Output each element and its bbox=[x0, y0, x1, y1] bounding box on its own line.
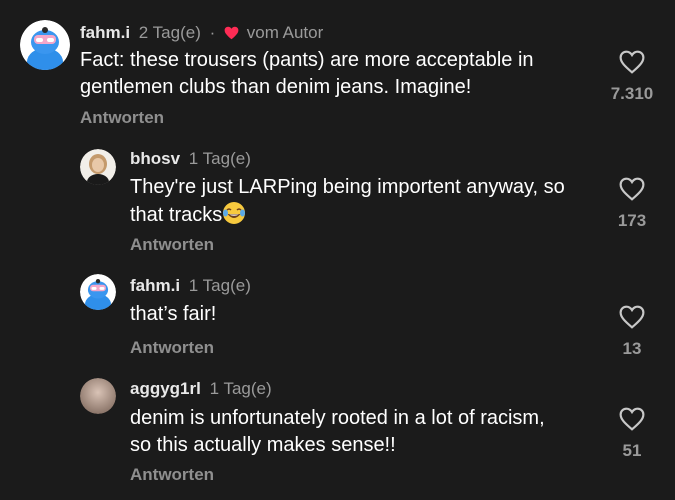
timestamp: 1 Tag(e) bbox=[188, 149, 251, 168]
reply-button[interactable]: Antworten bbox=[130, 235, 214, 255]
cartoon-avatar-icon bbox=[20, 20, 70, 70]
heart-outline-icon bbox=[619, 407, 645, 431]
like-count: 51 bbox=[622, 441, 642, 460]
like-button[interactable]: 51 bbox=[597, 407, 667, 461]
reply-item: bhosv 1 Tag(e) They're just LARPing bein… bbox=[0, 140, 675, 265]
like-count: 13 bbox=[622, 339, 642, 358]
photo-avatar-icon bbox=[80, 378, 116, 414]
like-button[interactable]: 7.310 bbox=[597, 50, 667, 104]
comment-item: fahm.i 2 Tag(e) · vom Autor Fact: these … bbox=[0, 0, 675, 140]
heart-outline-icon bbox=[619, 50, 645, 74]
comment-text: Fact: these trousers (pants) are more ac… bbox=[80, 49, 534, 98]
like-count: 173 bbox=[617, 211, 647, 230]
separator: · bbox=[209, 23, 216, 42]
comment-text: that’s fair! bbox=[130, 303, 217, 325]
comment-text: denim is unfortunately rooted in a lot o… bbox=[130, 407, 545, 456]
like-button[interactable]: 173 bbox=[597, 177, 667, 231]
timestamp: 1 Tag(e) bbox=[209, 379, 272, 398]
comment-text: They're just LARPing being importent any… bbox=[130, 174, 570, 229]
photo-avatar-icon bbox=[80, 149, 116, 185]
timestamp: 1 Tag(e) bbox=[188, 276, 251, 295]
comment-meta: fahm.i 1 Tag(e) bbox=[130, 275, 251, 297]
reply-button[interactable]: Antworten bbox=[130, 338, 214, 358]
like-count: 7.310 bbox=[610, 84, 654, 103]
reply-item: aggyg1rl 1 Tag(e) denim is unfortunately… bbox=[0, 375, 675, 500]
comment-text-content: They're just LARPing being importent any… bbox=[130, 176, 565, 226]
reply-button[interactable]: Antworten bbox=[80, 108, 164, 128]
cartoon-avatar-icon bbox=[80, 274, 116, 310]
username[interactable]: bhosv bbox=[130, 149, 180, 168]
username[interactable]: fahm.i bbox=[130, 276, 180, 295]
author-heart-icon bbox=[224, 24, 239, 46]
reply-item: fahm.i 1 Tag(e) that’s fair! Antworten 1… bbox=[0, 265, 675, 375]
comment-meta: fahm.i 2 Tag(e) · vom Autor bbox=[80, 22, 323, 46]
author-badge: vom Autor bbox=[246, 23, 324, 42]
heart-outline-icon bbox=[619, 305, 645, 329]
reply-button[interactable]: Antworten bbox=[130, 465, 214, 485]
avatar[interactable] bbox=[80, 149, 116, 185]
username[interactable]: aggyg1rl bbox=[130, 379, 201, 398]
comment-meta: bhosv 1 Tag(e) bbox=[130, 148, 251, 170]
tears-of-joy-emoji-icon bbox=[222, 201, 246, 225]
comment-meta: aggyg1rl 1 Tag(e) bbox=[130, 378, 272, 400]
avatar[interactable] bbox=[80, 378, 116, 414]
avatar[interactable] bbox=[80, 274, 116, 310]
like-button[interactable]: 13 bbox=[597, 305, 667, 359]
timestamp: 2 Tag(e) bbox=[138, 23, 201, 42]
heart-outline-icon bbox=[619, 177, 645, 201]
avatar[interactable] bbox=[20, 20, 70, 70]
username[interactable]: fahm.i bbox=[80, 23, 130, 42]
